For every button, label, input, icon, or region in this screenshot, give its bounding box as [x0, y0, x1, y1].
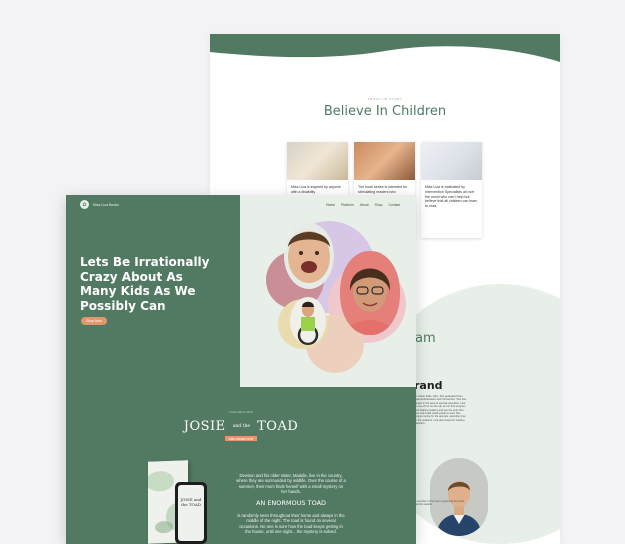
kid-photo-girl — [340, 251, 400, 335]
book-title-mid: and the — [232, 424, 251, 429]
book-title: JOSIE and the TOAD — [66, 416, 416, 435]
card-text: Miss Liza is motivated by Intervention S… — [425, 185, 478, 209]
nav-item-home[interactable]: Home — [326, 203, 335, 207]
main-nav: Home Platform About Shop Contact — [326, 203, 400, 207]
book-description-continued: is randomly seen throughout their home a… — [237, 513, 345, 535]
nav-item-shop[interactable]: Shop — [375, 203, 383, 207]
book-eyebrow: AVAILABLE NOW — [229, 410, 253, 414]
book-subheading: AN ENORMOUS TOAD — [255, 499, 327, 507]
kid-photo-boy — [284, 223, 334, 289]
member-name: rand — [414, 379, 443, 392]
team-member-portrait — [430, 458, 488, 536]
portrait-caption: a member of the team supporting the book… — [415, 500, 464, 507]
section-eyebrow: ABOUT US STORY — [367, 97, 403, 101]
nav-item-contact[interactable]: Contact — [388, 203, 400, 207]
logo-text: Miss Liza Books — [93, 202, 119, 207]
logo-icon: ✿ — [80, 200, 89, 209]
preorder-button[interactable]: PRE-ORDER NOW — [225, 436, 257, 441]
card-photo — [287, 142, 348, 180]
phone-mockup: JOSIE and the TOAD — [175, 482, 207, 544]
home-page-mockup: ✿ Miss Liza Books Home Platform About Sh… — [66, 195, 416, 544]
team-heading: am — [415, 331, 436, 346]
site-logo[interactable]: ✿ Miss Liza Books — [80, 200, 119, 209]
info-card-3[interactable]: Miss Liza is motivated by Intervention S… — [421, 142, 482, 238]
book-title-left: JOSIE — [183, 419, 226, 434]
nav-item-platform[interactable]: Platform — [341, 203, 354, 207]
kid-photo-wheelchair — [290, 297, 326, 345]
section-heading: Believe In Children — [323, 104, 447, 119]
shop-now-button[interactable]: Shop Now — [81, 317, 107, 325]
nav-item-about[interactable]: About — [360, 203, 369, 207]
book-description: Dewson and his older sister, Maddie, liv… — [236, 473, 346, 495]
hero-title: Lets Be Irrationally Crazy About As Many… — [80, 255, 210, 313]
card-photo — [421, 142, 482, 180]
member-bio: in Luther Falls, Ohio. She graduated fro… — [415, 395, 467, 426]
card-photo — [354, 142, 415, 180]
header-wave — [210, 34, 560, 62]
phone-screen: JOSIE and the TOAD — [178, 485, 204, 541]
book-title-right: TOAD — [257, 419, 299, 434]
